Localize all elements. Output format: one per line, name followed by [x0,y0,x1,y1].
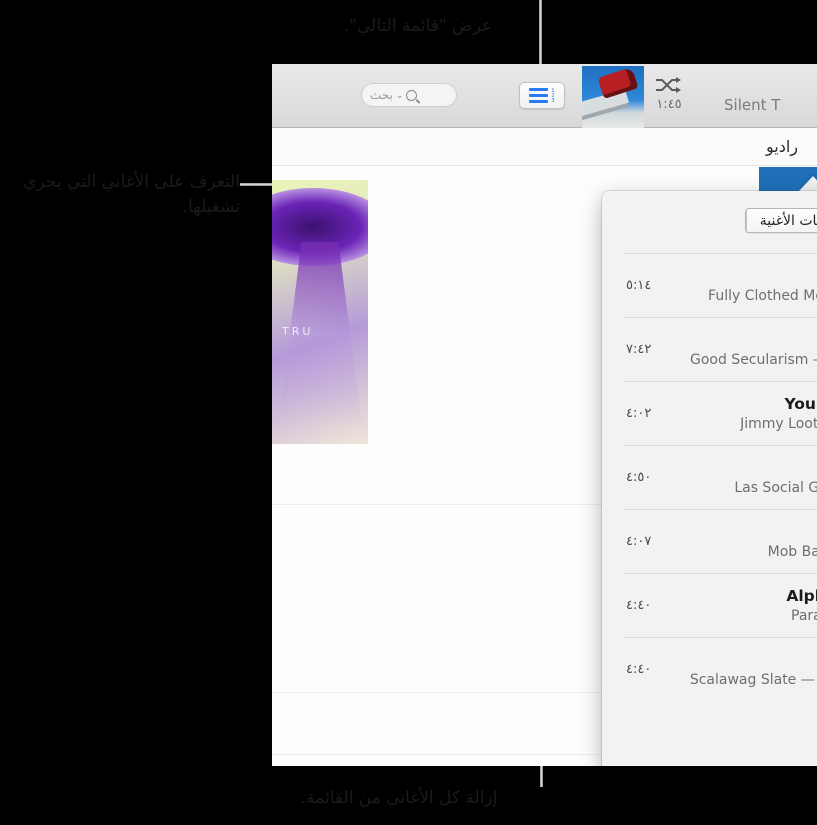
song-subtitle: Paradise — Forget It [791,608,817,624]
popover-segmented-control[interactable]: كلمات الأغنية سجل التاريخ التالي [744,208,817,233]
table-row[interactable]: IS THIS ON? ♟ ♟ ♟ Eat the Rich Fully Clo… [624,253,817,317]
num-3: 3 [551,97,555,104]
callout-clear-label: إزالة كل الأغاني من القائمة. [300,788,498,808]
up-next-popover: كلمات الأغنية سجل التاريخ التالي IS THIS… [602,191,817,766]
num-1: 1 [551,87,555,94]
up-next-song-list: IS THIS ON? ♟ ♟ ♟ Eat the Rich Fully Clo… [624,253,817,701]
tab-lyrics[interactable]: كلمات الأغنية [745,209,817,232]
table-row[interactable]: FELT LIKE YESTERDAY Play To Win Scalawag… [624,637,817,701]
song-duration: ٤:٤٠ [626,598,652,613]
up-next-list-icon [529,88,549,103]
table-row[interactable]: FORGET IT Alpha Beta Gaga Paradise — For… [624,573,817,637]
table-row[interactable]: FOLKLORE MOB BARKLEY Left Bank Mob Barkl… [624,509,817,573]
song-title: You Make It Easy [784,395,817,413]
chevron-down-icon[interactable]: ⌄ [396,90,404,100]
screenshot-root: عرض "قائمة التالي". التعرف على الأغاني ا… [0,0,817,825]
search-placeholder: بحث [370,88,393,102]
song-subtitle: Good Secularism — Truer than N… [689,352,817,368]
song-title: Alpha Beta Gaga [786,587,817,605]
app-toolbar: ⌄ بحث 1 2 3 ١:٤٥ Silent T [272,64,817,128]
search-input[interactable]: ⌄ بحث [361,83,457,107]
popover-arrow [798,176,817,192]
song-duration: ٤:٥٠ [626,470,652,485]
tab-radio[interactable]: راديو [766,137,798,156]
up-next-button[interactable]: 1 2 3 [519,82,565,109]
song-duration: ٤:٠٢ [626,406,652,421]
now-playing-title: Silent T [724,96,781,114]
callout-identify-songs-label: التعرف على الأغاني التي يجري تشغيلها. [23,172,240,217]
table-row[interactable]: TRUER THAN NONFICTION Haze Good Seculari… [624,317,817,381]
song-subtitle: Mob Barkley — Folklore [767,544,817,560]
callout-up-next-label: عرض "قائمة التالي". [343,16,493,36]
song-subtitle: Las Social Girls — Irreverent [734,480,817,496]
song-subtitle: Scalawag Slate — Felt Like Yeste… [689,672,817,688]
search-icon [406,89,418,101]
now-playing-elapsed-time: ١:٤٥ [656,97,682,112]
up-next-numbers: 1 2 3 [551,87,555,104]
background-album-art-left: TRU [272,180,368,444]
song-subtitle: Jimmy Loot — Sunset Blues [740,416,817,432]
song-subtitle: Fully Clothed Men — Is This On? [708,288,817,304]
song-duration: ٥:١٤ [626,278,652,293]
num-2: 2 [551,92,555,99]
song-duration: ٧:٤٢ [626,342,652,357]
now-playing-artwork [582,66,644,128]
shuffle-icon[interactable] [654,76,682,94]
music-app-window: ⌄ بحث 1 2 3 ١:٤٥ Silent T راديو TRU ات ا… [272,64,817,766]
table-row[interactable]: SUNSET BLUES You Make It Easy Jimmy Loot… [624,381,817,445]
song-duration: ٤:٤٠ [626,662,652,677]
library-tab-bar: راديو [272,128,817,166]
song-duration: ٤:٠٧ [626,534,652,549]
table-row[interactable]: IRREVERENT Black Velvet Las Social Girls… [624,445,817,509]
